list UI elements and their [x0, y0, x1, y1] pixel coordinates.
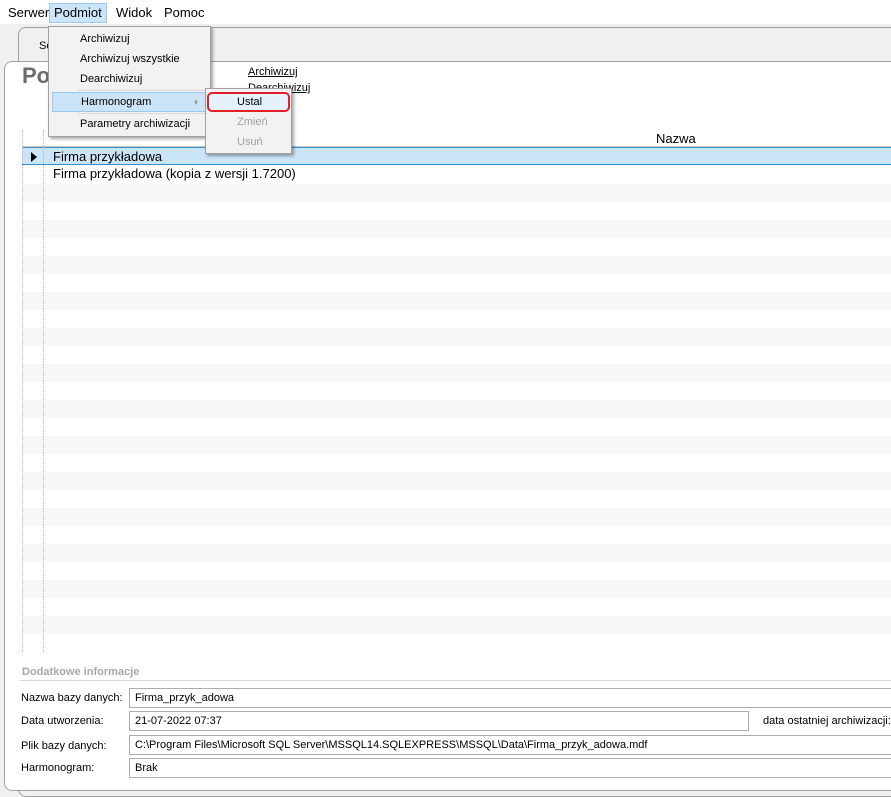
column-header-nazwa[interactable]: Nazwa	[656, 131, 696, 146]
empty-row	[22, 256, 891, 274]
submenu-item-zmien[interactable]: Zmień	[206, 112, 291, 132]
empty-row	[22, 580, 891, 598]
empty-row	[22, 328, 891, 346]
menu-separator	[78, 90, 208, 91]
menu-pomoc[interactable]: Pomoc	[160, 3, 208, 23]
info-section-title: Dodatkowe informacje	[22, 666, 140, 678]
submenu-item-ustal[interactable]: Ustal	[207, 92, 290, 112]
row-name: Firma przykładowa	[53, 149, 163, 164]
harmonogram-submenu: Ustal Zmień Usuń	[205, 88, 292, 154]
empty-row	[22, 544, 891, 562]
schedule-field[interactable]: Brak	[129, 758, 891, 778]
empty-row	[22, 472, 891, 490]
menu-item-dearchiwizuj[interactable]: Dearchiwizuj	[49, 69, 210, 89]
menu-item-archiwizuj[interactable]: Archiwizuj	[49, 29, 210, 49]
menu-bar: Serwer Podmiot Widok Pomoc	[0, 0, 891, 24]
grid-line	[22, 130, 23, 652]
grid-line	[43, 130, 44, 652]
database-grid: Nazwa Firma przykładowa Firma przykładow…	[22, 130, 891, 652]
empty-row	[22, 292, 891, 310]
file-label: Plik bazy danych:	[21, 740, 107, 752]
empty-row	[22, 616, 891, 634]
menu-podmiot[interactable]: Podmiot	[49, 3, 107, 23]
page-title: Po	[22, 63, 51, 88]
schedule-label: Harmonogram:	[21, 762, 95, 774]
empty-row	[22, 184, 891, 202]
empty-row	[22, 364, 891, 382]
divider	[20, 680, 891, 681]
row-indicator-icon	[31, 152, 37, 162]
table-row-selected[interactable]: Firma przykładowa	[22, 147, 891, 165]
table-row[interactable]: Firma przykładowa (kopia z wersji 1.7200…	[22, 165, 891, 183]
empty-row	[22, 508, 891, 526]
menu-item-parametry-archiwizacji[interactable]: Parametry archiwizacji	[49, 114, 210, 134]
menu-item-harmonogram[interactable]: Harmonogram	[52, 92, 207, 112]
menu-serwer[interactable]: Serwer	[4, 3, 53, 23]
row-name: Firma przykładowa (kopia z wersji 1.7200…	[53, 166, 296, 181]
submenu-item-usun[interactable]: Usuń	[206, 132, 291, 152]
menu-item-archiwizuj-wszystkie[interactable]: Archiwizuj wszystkie	[49, 49, 210, 69]
created-field[interactable]: 21-07-2022 07:37	[129, 711, 749, 731]
menu-item-label: Harmonogram	[81, 96, 152, 108]
submenu-arrow-icon	[195, 99, 198, 105]
created-label: Data utworzenia:	[21, 715, 104, 727]
db-name-field[interactable]: Firma_przyk_adowa	[129, 688, 891, 708]
archive-link[interactable]: Archiwizuj	[248, 66, 298, 78]
empty-row	[22, 436, 891, 454]
empty-row	[22, 400, 891, 418]
last-archive-label: data ostatniej archiwizacji:	[763, 715, 891, 727]
empty-row	[22, 220, 891, 238]
menu-widok[interactable]: Widok	[112, 3, 156, 23]
file-field[interactable]: C:\Program Files\Microsoft SQL Server\MS…	[129, 735, 891, 755]
podmiot-menu: Archiwizuj Archiwizuj wszystkie Dearchiw…	[48, 26, 211, 137]
db-name-label: Nazwa bazy danych:	[21, 692, 123, 704]
